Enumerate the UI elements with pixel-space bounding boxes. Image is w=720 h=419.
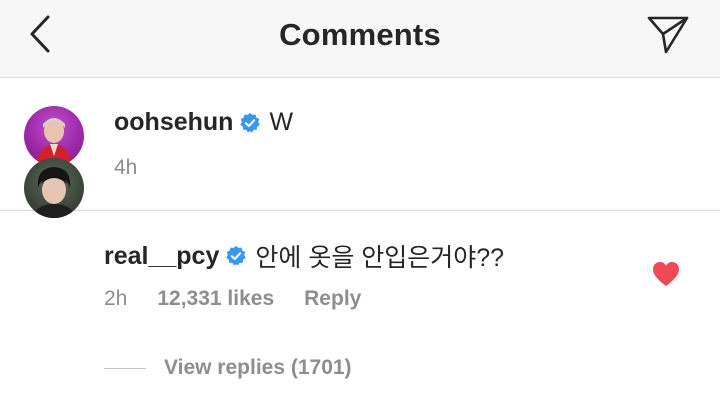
view-replies-button[interactable]: View replies (1701) [104, 356, 352, 380]
caption-text: W [269, 108, 294, 136]
avatar-image [36, 118, 72, 166]
avatar-image [32, 167, 76, 218]
comment-timestamp: 2h [104, 287, 128, 310]
navigation-header: Comments [0, 0, 720, 78]
comment-text: 안에 옷을 안입은거야?? [255, 244, 505, 272]
reply-button[interactable]: Reply [304, 287, 361, 311]
caption-meta: 4h [114, 156, 167, 180]
page-title: Comments [279, 17, 441, 52]
caption-username[interactable]: oohsehun [114, 108, 233, 137]
comment-item: real__pcy 안에 옷을 안입은거야?? 2h 12,331 likes … [0, 211, 720, 419]
comment-avatar[interactable] [24, 158, 84, 218]
likes-count[interactable]: 12,331 likes [157, 287, 274, 311]
verified-badge-icon [226, 245, 247, 266]
verified-badge-icon [240, 112, 261, 132]
heart-icon[interactable] [652, 261, 680, 287]
caption-header: oohsehun W [114, 108, 293, 137]
comment-header: real__pcy 안에 옷을 안입은거야?? [104, 238, 504, 274]
replies-divider-line [104, 367, 146, 369]
avatar[interactable] [24, 106, 84, 166]
view-replies-label: View replies (1701) [164, 356, 352, 379]
post-caption: oohsehun W 4h [0, 78, 720, 211]
comment-meta: 2h 12,331 likes Reply [104, 287, 391, 311]
comment-username[interactable]: real__pcy [104, 242, 219, 271]
caption-timestamp: 4h [114, 156, 138, 179]
share-button[interactable] [644, 12, 692, 58]
paper-plane-icon [647, 16, 689, 54]
comments-screen: Comments oohsehun W 4h real__pcy 안에 옷을 안… [0, 0, 720, 419]
